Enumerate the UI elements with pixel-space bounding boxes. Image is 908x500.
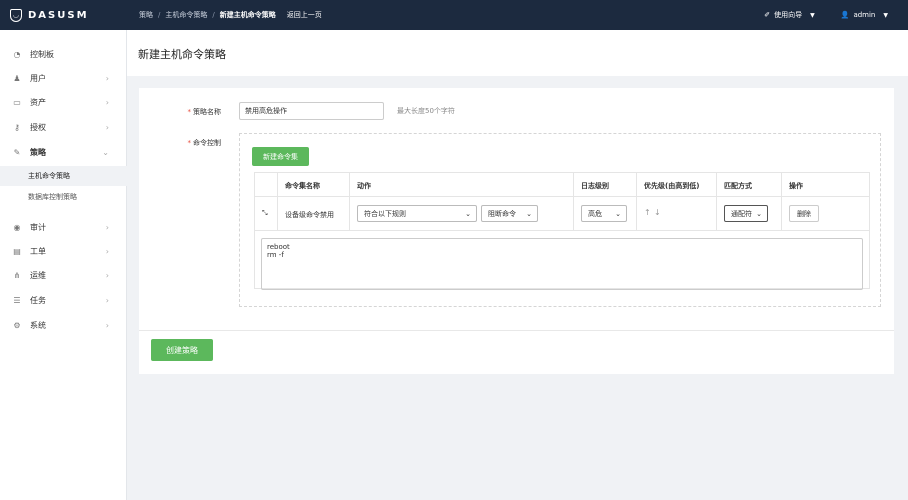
priority-up-icon[interactable]: ↑ [644, 208, 651, 217]
name-label: * 策略名称 [187, 108, 222, 116]
chevron-right-icon: › [105, 246, 109, 256]
priority-down-icon[interactable]: ↓ [654, 208, 661, 217]
username: admin [853, 11, 876, 19]
sidebar-subitem-host-cmd[interactable]: 主机命令策略 [0, 166, 127, 186]
chevron-down-icon: ⌄ [465, 209, 471, 218]
required-mark: * [187, 139, 192, 147]
command-line: reboot [267, 243, 290, 251]
action-condition-select[interactable]: 符合以下规则 ⌄ [357, 205, 477, 222]
cmd-label: * 命令控制 [187, 139, 222, 147]
sidebar-item-dashboard[interactable]: ◔ 控制板 [0, 42, 127, 66]
command-set-table: 命令集名称 动作 日志级别 优先级(由高到低) 匹配方式 操作 ⤡ 设备级命令禁… [254, 172, 870, 290]
breadcrumb: 策略 / 主机命令策略 / 新建主机命令策略 返回上一页 [139, 0, 322, 30]
command-set-name: 设备级命令禁用 [285, 211, 334, 219]
logo[interactable]: ◡ DASUSM [10, 0, 89, 30]
delete-button[interactable]: 删除 [789, 205, 819, 222]
divider [139, 330, 894, 331]
sidebar-item-auth[interactable]: ⚷ 授权 › [0, 115, 127, 139]
collapse-arrows-icon[interactable]: ⤡ [262, 209, 268, 218]
caret-down-icon: ▼ [883, 11, 888, 19]
strategy-name-input[interactable] [239, 102, 384, 120]
dashboard-icon: ◔ [13, 49, 21, 59]
sidebar: ◔ 控制板 ♟ 用户 › ▭ 资产 › ⚷ 授权 › ✎ 策略 ⌄ 主机命令策略… [0, 30, 127, 500]
sidebar-item-ticket[interactable]: ▤ 工单 › [0, 239, 127, 263]
col-match-header: 匹配方式 [724, 182, 752, 190]
page-title: 新建主机命令策略 [138, 48, 226, 61]
col-name-header: 命令集名称 [285, 182, 320, 190]
list-icon: ☰ [13, 295, 21, 305]
chevron-down-icon: ⌄ [756, 209, 762, 218]
breadcrumb-current: 新建主机命令策略 [219, 11, 276, 19]
command-control-box: 新建命令集 命令集名称 动作 日志级别 优先级(由高到低) 匹配方式 操作 ⤡ … [239, 133, 881, 307]
brand-name: DASUSM [28, 9, 89, 21]
match-mode-select[interactable]: 通配符 ⌄ [724, 205, 768, 222]
sidebar-item-tasks[interactable]: ☰ 任务 › [0, 288, 127, 312]
chevron-right-icon: › [105, 270, 109, 280]
sidebar-item-assets[interactable]: ▭ 资产 › [0, 90, 127, 114]
sidebar-subitem-db-ctrl[interactable]: 数据库控制策略 [0, 187, 127, 207]
monitor-icon: ▭ [13, 97, 21, 107]
back-link[interactable]: 返回上一页 [287, 10, 322, 20]
breadcrumb-item-strategy[interactable]: 策略 [139, 10, 153, 20]
action-result-select[interactable]: 阻断命令 ⌄ [481, 205, 538, 222]
new-command-set-button[interactable]: 新建命令集 [252, 147, 309, 166]
form-card: *策略名称 最大长度50个字符 *命令控制 新建命令集 命令集名称 动作 日志级… [139, 88, 894, 374]
gear-icon: ⚙ [13, 320, 21, 330]
chevron-right-icon: › [105, 97, 109, 107]
shield-logo-icon: ◡ [10, 8, 22, 22]
file-icon: ▤ [13, 246, 21, 256]
chevron-right-icon: › [105, 73, 109, 83]
top-bar: ◡ DASUSM 策略 / 主机命令策略 / 新建主机命令策略 返回上一页 ✐ … [0, 0, 908, 30]
guide-menu[interactable]: ✐ 使用向导 ▼ [764, 10, 815, 20]
key-icon: ⚷ [14, 122, 20, 132]
chevron-right-icon: › [105, 222, 109, 232]
eye-icon: ◉ [13, 222, 21, 232]
table-row: ⤡ 设备级命令禁用 符合以下规则 ⌄ 阻断命令 ⌄ 高危 ⌄ ↑ ↓ 通配符 ⌄… [255, 197, 869, 231]
wand-icon: ✐ [764, 11, 771, 19]
sitemap-icon: ⋔ [13, 270, 21, 280]
breadcrumb-separator: / [158, 11, 161, 19]
col-op-header: 操作 [789, 182, 803, 190]
sidebar-item-system[interactable]: ⚙ 系统 › [0, 313, 127, 337]
user-icon: 👤 [840, 11, 850, 19]
create-strategy-button[interactable]: 创建策略 [151, 339, 213, 361]
col-priority-header: 优先级(由高到低) [644, 182, 700, 190]
breadcrumb-item-host-cmd[interactable]: 主机命令策略 [165, 10, 207, 20]
command-line: rm -f [267, 251, 284, 259]
chevron-down-icon: ⌄ [526, 209, 532, 218]
guide-label: 使用向导 [774, 11, 803, 19]
table-header: 命令集名称 动作 日志级别 优先级(由高到低) 匹配方式 操作 [255, 173, 869, 197]
breadcrumb-separator: / [212, 11, 215, 19]
sidebar-item-ops[interactable]: ⋔ 运维 › [0, 263, 127, 287]
chevron-right-icon: › [105, 122, 109, 132]
col-log-header: 日志级别 [581, 182, 609, 190]
pin-icon: ✎ [13, 147, 21, 157]
log-level-select[interactable]: 高危 ⌄ [581, 205, 627, 222]
user-menu[interactable]: 👤 admin ▼ [841, 11, 888, 19]
command-list-textarea[interactable]: reboot rm -f [261, 238, 863, 290]
sidebar-item-strategy[interactable]: ✎ 策略 ⌄ [0, 140, 127, 164]
required-mark: * [187, 108, 192, 116]
caret-down-icon: ▼ [810, 11, 815, 19]
chevron-right-icon: › [105, 295, 109, 305]
sidebar-item-users[interactable]: ♟ 用户 › [0, 66, 127, 90]
chevron-down-icon: ⌄ [102, 147, 109, 157]
chevron-right-icon: › [105, 320, 109, 330]
sidebar-item-audit[interactable]: ◉ 审计 › [0, 215, 127, 239]
col-action-header: 动作 [357, 182, 371, 190]
page-header: 新建主机命令策略 [127, 30, 908, 76]
chevron-down-icon: ⌄ [615, 209, 621, 218]
user-icon: ♟ [13, 73, 21, 83]
name-hint: 最大长度50个字符 [397, 107, 455, 115]
